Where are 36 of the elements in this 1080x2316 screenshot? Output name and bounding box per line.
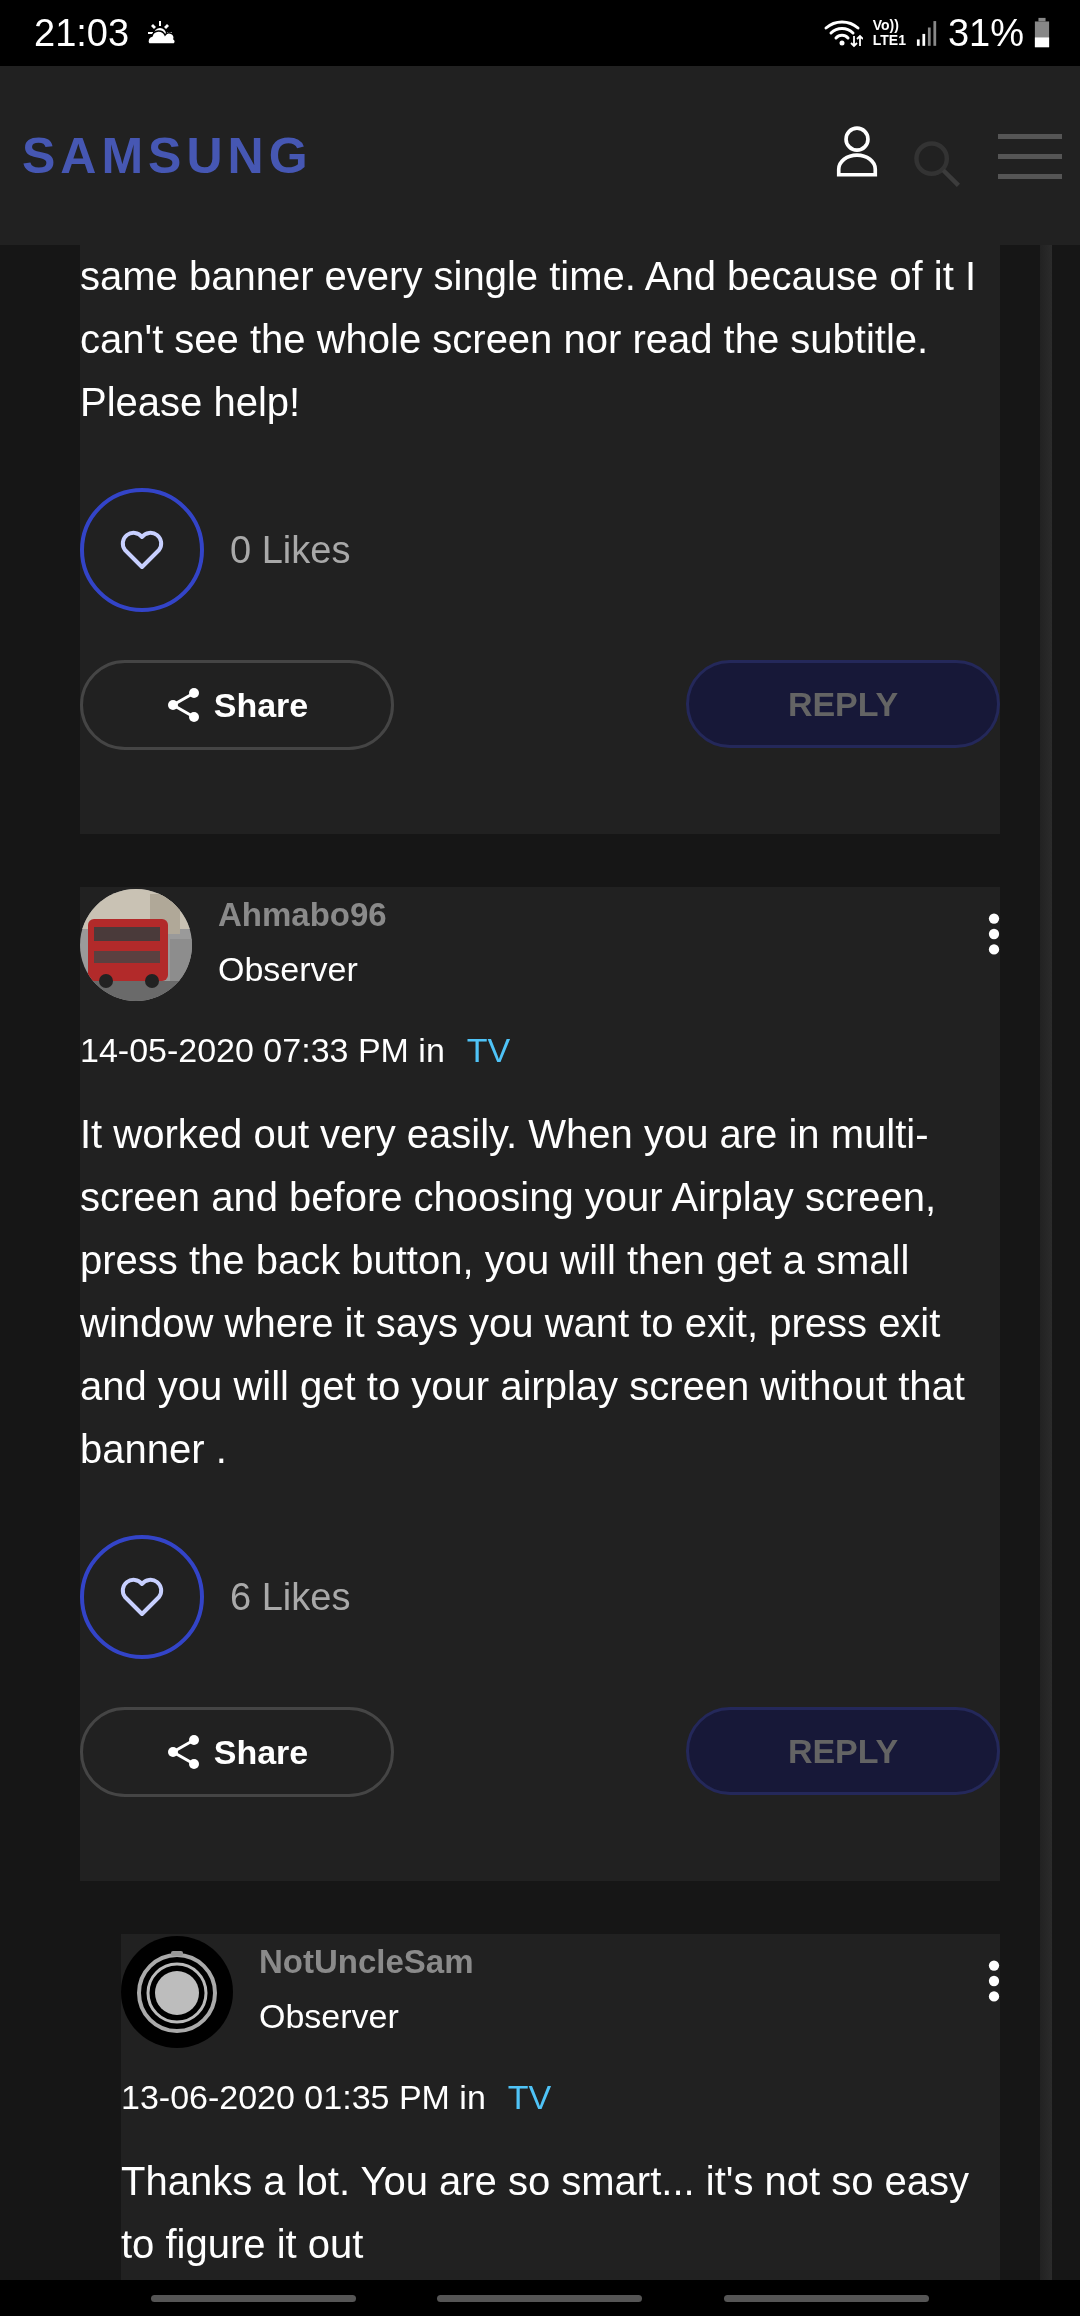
heart-icon bbox=[120, 530, 164, 570]
more-options-icon[interactable] bbox=[988, 1958, 1000, 2004]
wifi-icon bbox=[822, 18, 863, 48]
likes-count: 0 Likes bbox=[230, 528, 351, 572]
like-button[interactable] bbox=[80, 488, 204, 612]
network-label: LTE1 bbox=[872, 33, 906, 48]
volte-label: Vo)) bbox=[872, 18, 900, 33]
board-link[interactable]: TV bbox=[507, 2077, 552, 2117]
post-date: 14-05-2020 07:33 PM in bbox=[80, 1030, 445, 1070]
battery-percent: 31% bbox=[947, 11, 1024, 55]
post-body: It worked out very easily. When you are in multi-screen and before choosing your Airplay screen, press the back button, you will then get a small window where it says you want to exit, press exit and you will get to your airplay screen without that banner . bbox=[80, 1111, 966, 1473]
share-button[interactable]: Share bbox=[80, 1707, 394, 1797]
share-icon bbox=[165, 687, 202, 723]
author-name[interactable]: Ahmabo96 bbox=[218, 889, 387, 941]
share-icon bbox=[165, 1734, 202, 1770]
more-options-icon[interactable] bbox=[988, 911, 1000, 957]
author-rank: Observer bbox=[259, 1996, 400, 2037]
post-body: Thanks a lot. You are so smart... it's not so easy to figure it out bbox=[121, 2158, 971, 2268]
nav-handle[interactable] bbox=[150, 2294, 356, 2302]
author-rank: Observer bbox=[218, 949, 359, 990]
user-icon[interactable] bbox=[836, 124, 878, 177]
share-button[interactable]: Share bbox=[80, 660, 394, 750]
signal-icon bbox=[915, 19, 938, 47]
like-button[interactable] bbox=[80, 1535, 204, 1659]
post-body: same banner every single time. And because of it I can't see the whole screen nor read the subtitle. Please help! bbox=[80, 253, 978, 426]
post-date: 13-06-2020 01:35 PM in bbox=[121, 2077, 486, 2117]
battery-icon bbox=[1034, 17, 1050, 49]
nav-handle[interactable] bbox=[724, 2294, 930, 2302]
brand-logo[interactable]: SAMSUNG bbox=[22, 126, 313, 185]
clock-time: 21:03 bbox=[34, 11, 130, 55]
board-link[interactable]: TV bbox=[466, 1030, 511, 1070]
ring-avatar-icon bbox=[121, 1936, 233, 2048]
nav-handle[interactable] bbox=[437, 2294, 643, 2302]
author-name[interactable]: NotUncleSam bbox=[259, 1936, 474, 1988]
likes-count: 6 Likes bbox=[230, 1575, 351, 1619]
heart-icon bbox=[120, 1577, 164, 1617]
